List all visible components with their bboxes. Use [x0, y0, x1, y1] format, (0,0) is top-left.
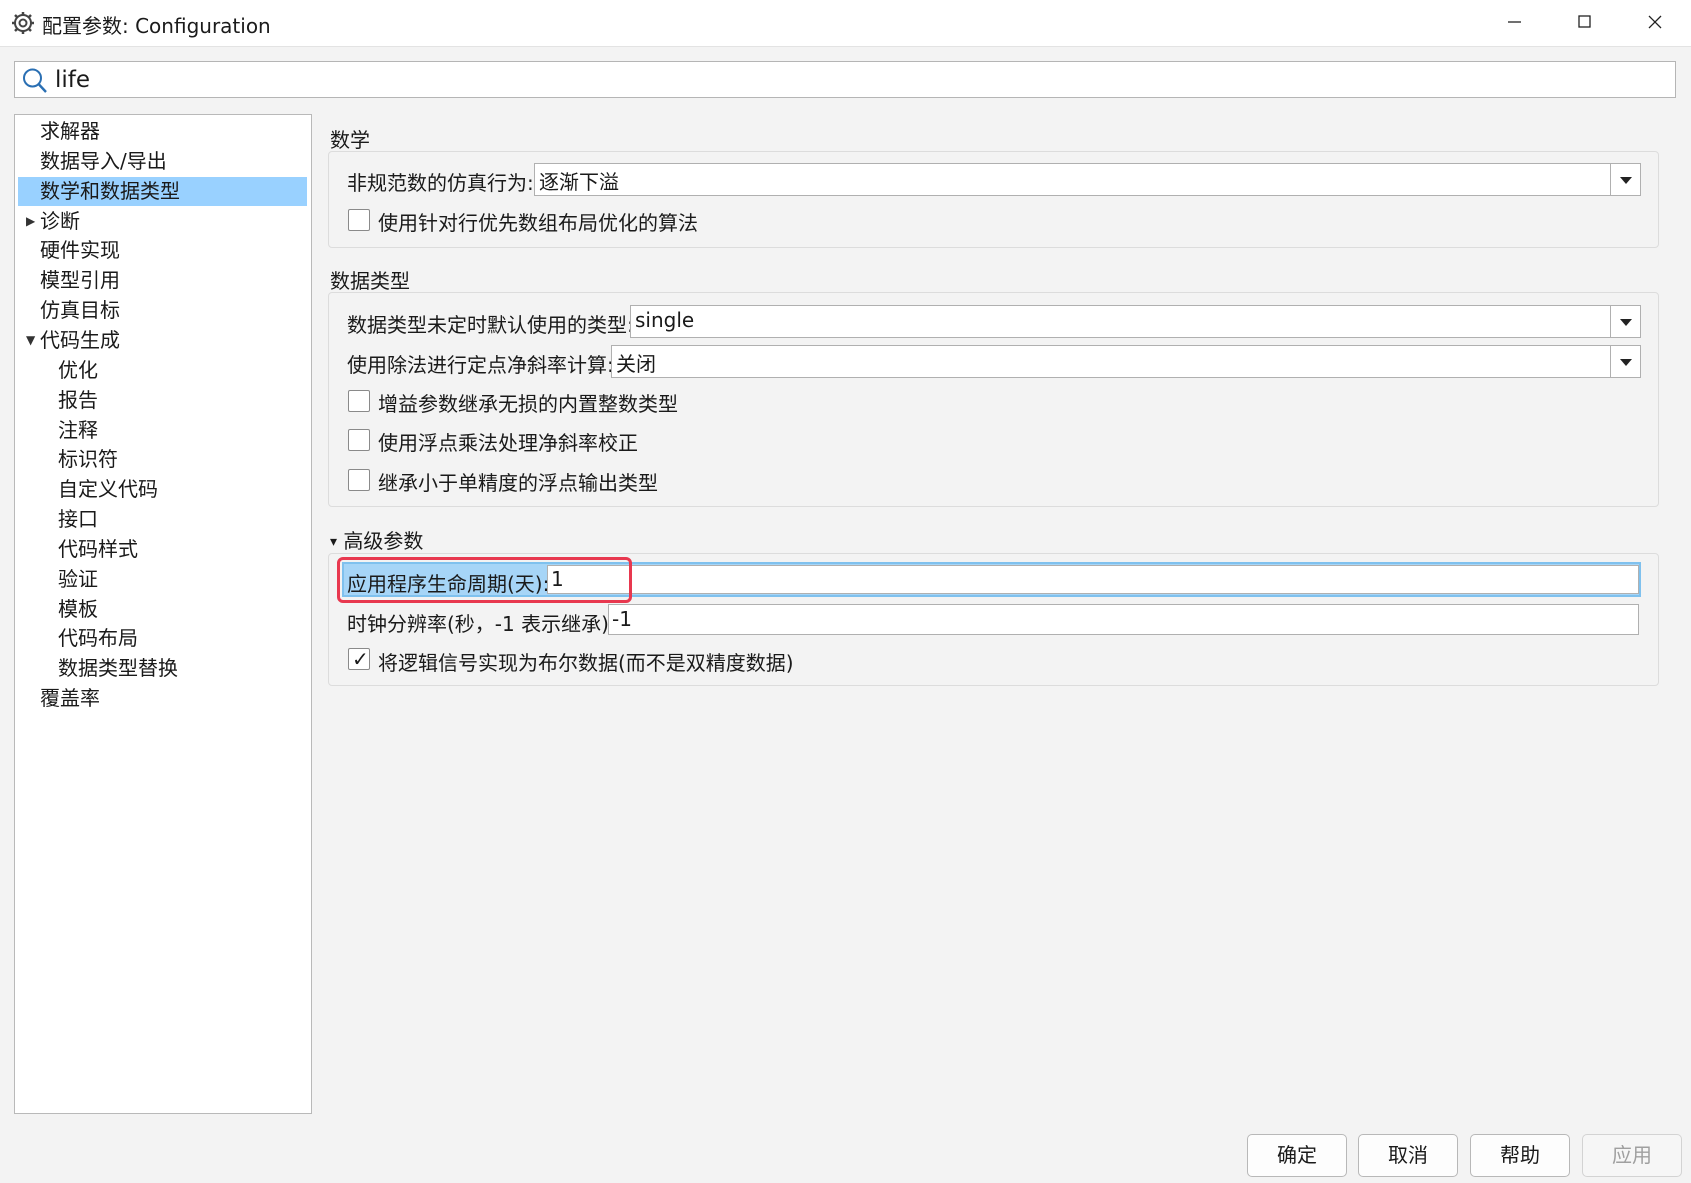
- advanced-expander[interactable]: ▾ 高级参数: [330, 525, 423, 554]
- window-title: 配置参数: Configuration: [42, 14, 271, 38]
- tree-item-label: 优化: [58, 357, 98, 382]
- ok-button[interactable]: 确定: [1247, 1134, 1347, 1177]
- tree-item[interactable]: 优化: [18, 356, 307, 385]
- section-title-math: 数学: [330, 128, 370, 152]
- apply-button[interactable]: 应用: [1582, 1134, 1682, 1177]
- cancel-button[interactable]: 取消: [1358, 1134, 1458, 1177]
- chevron-down-icon[interactable]: [1610, 346, 1640, 377]
- search-box[interactable]: [14, 61, 1676, 98]
- gain-checkbox[interactable]: [348, 390, 370, 412]
- tree-item[interactable]: 数据类型替换: [18, 654, 307, 683]
- tree-item[interactable]: 模型引用: [18, 266, 307, 295]
- boolean-checkbox[interactable]: ✓: [348, 648, 370, 670]
- tree-item[interactable]: 代码布局: [18, 624, 307, 653]
- gear-settings-icon: [12, 12, 34, 34]
- gain-label: 增益参数继承无损的内置整数类型: [378, 392, 678, 416]
- tree-item[interactable]: 代码样式: [18, 535, 307, 564]
- tree-item[interactable]: ▶ 诊断: [18, 207, 307, 236]
- tree-item[interactable]: 覆盖率: [18, 684, 307, 713]
- tree-item[interactable]: 硬件实现: [18, 236, 307, 265]
- tree-item-label: 求解器: [40, 119, 100, 143]
- tree-item[interactable]: 数据导入/导出: [18, 147, 307, 176]
- tree-item-label: 代码布局: [58, 626, 138, 651]
- tree-item-label: 代码生成: [40, 327, 120, 352]
- clock-input[interactable]: -1: [608, 604, 1639, 635]
- tree-item-label: 模型引用: [40, 268, 120, 293]
- tree-item[interactable]: 求解器: [18, 117, 307, 146]
- minimize-button[interactable]: [1480, 0, 1550, 44]
- close-icon: [1648, 15, 1662, 29]
- tree-item-label: 覆盖率: [40, 686, 100, 711]
- tree-item-label: 诊断: [40, 208, 80, 233]
- section-title-advanced: 高级参数: [343, 529, 424, 553]
- tree-item-label: 接口: [58, 507, 98, 532]
- row-major-label: 使用针对行优先数组布局优化的算法: [378, 211, 698, 235]
- tree-item[interactable]: 数学和数据类型: [18, 176, 307, 206]
- division-label: 使用除法进行定点净斜率计算:: [347, 353, 614, 377]
- inherit-float-label: 继承小于单精度的浮点输出类型: [378, 471, 658, 495]
- row-major-checkbox[interactable]: [348, 209, 370, 231]
- tree-item[interactable]: 标识符: [18, 445, 307, 474]
- category-tree: 求解器 数据导入/导出 数学和数据类型 ▶ 诊断 硬件实现 模型引用 仿真目标 ▼ 代码生成 优化报…: [14, 114, 312, 1114]
- checkmark-icon: ✓: [352, 647, 369, 671]
- search-input[interactable]: [55, 64, 1655, 95]
- default-type-dropdown[interactable]: single: [630, 305, 1641, 338]
- chevron-down-icon[interactable]: [1610, 164, 1640, 195]
- tree-item-label: 数学和数据类型: [40, 178, 180, 203]
- default-type-label: 数据类型未定时默认使用的类型:: [347, 313, 634, 337]
- float-mult-label: 使用浮点乘法处理净斜率校正: [378, 431, 638, 455]
- search-icon: [23, 68, 47, 93]
- chevron-down-icon[interactable]: [1610, 306, 1640, 337]
- tree-item[interactable]: 注释: [18, 416, 307, 445]
- tree-item-label: 数据导入/导出: [40, 148, 167, 173]
- expand-down-arrow-icon[interactable]: ▼: [26, 326, 35, 354]
- default-type-value: single: [635, 308, 695, 332]
- float-mult-checkbox[interactable]: [348, 429, 370, 451]
- tree-item-label: 代码样式: [58, 536, 138, 561]
- tree-item-label: 标识符: [58, 447, 118, 472]
- expand-right-arrow-icon[interactable]: ▶: [26, 207, 35, 235]
- lifespan-input[interactable]: 1: [547, 565, 1639, 594]
- tree-item-label: 自定义代码: [58, 477, 158, 502]
- tree-item[interactable]: 模板: [18, 595, 307, 624]
- expand-triangle-icon: ▾: [330, 534, 338, 550]
- tree-item-label: 验证: [58, 566, 98, 591]
- tree-item[interactable]: 接口: [18, 505, 307, 534]
- boolean-label: 将逻辑信号实现为布尔数据(而不是双精度数据): [378, 651, 794, 675]
- denormal-dropdown[interactable]: 逐渐下溢: [534, 163, 1641, 196]
- title-bar: 配置参数: Configuration: [0, 0, 1691, 47]
- maximize-button[interactable]: [1550, 0, 1620, 44]
- denormal-value: 逐渐下溢: [539, 170, 619, 194]
- tree-item-label: 数据类型替换: [58, 656, 178, 681]
- tree-item-label: 仿真目标: [40, 298, 120, 323]
- annotation-highlight-box: [337, 557, 632, 603]
- clock-label: 时钟分辨率(秒，-1 表示继承):: [347, 612, 616, 636]
- tree-item[interactable]: 报告: [18, 386, 307, 415]
- minimize-icon: [1508, 21, 1521, 23]
- tree-item-label: 报告: [58, 387, 98, 412]
- tree-item[interactable]: 验证: [18, 565, 307, 594]
- division-dropdown[interactable]: 关闭: [611, 345, 1641, 378]
- inherit-float-checkbox[interactable]: [348, 469, 370, 491]
- maximize-icon: [1578, 15, 1591, 28]
- section-title-datatypes: 数据类型: [330, 269, 410, 293]
- tree-item-label: 模板: [58, 596, 98, 621]
- denormal-label: 非规范数的仿真行为:: [347, 171, 534, 195]
- help-button[interactable]: 帮助: [1470, 1134, 1570, 1177]
- tree-item[interactable]: 仿真目标: [18, 296, 307, 325]
- tree-item[interactable]: 自定义代码: [18, 475, 307, 504]
- tree-item[interactable]: ▼ 代码生成: [18, 326, 307, 355]
- tree-item-label: 注释: [58, 417, 98, 442]
- tree-item-label: 硬件实现: [40, 238, 120, 263]
- close-button[interactable]: [1620, 0, 1690, 44]
- division-value: 关闭: [616, 352, 656, 376]
